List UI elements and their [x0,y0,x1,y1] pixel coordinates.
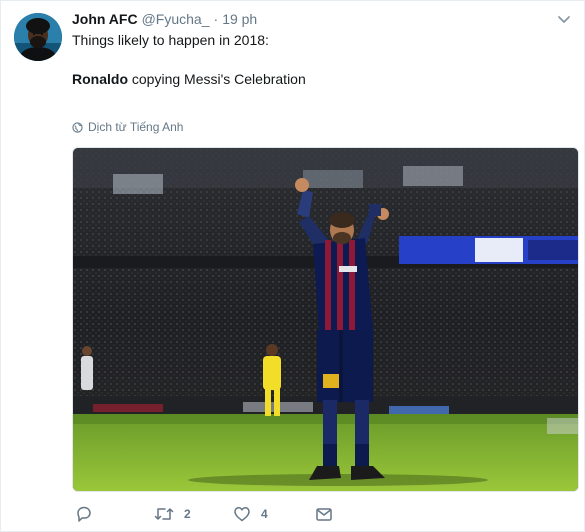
like-count: 4 [261,507,268,521]
like-button[interactable]: 4 [233,503,268,525]
heart-icon [234,507,250,522]
retweet-icon [154,508,174,520]
retweet-count: 2 [184,507,191,521]
globe-icon [72,121,83,133]
tweet-text-rest: copying Messi's Celebration [128,71,306,87]
chevron-down-icon[interactable] [557,15,571,25]
translate-link[interactable]: Dịch từ Tiếng Anh [72,119,183,135]
tweet-card[interactable]: John AFC @Fyucha_ · 19 ph Things likely … [0,0,585,532]
separator-dot: · [213,11,219,27]
tweet-timestamp[interactable]: 19 ph [222,11,257,27]
avatar[interactable] [14,13,62,61]
avatar-image [14,13,62,61]
user-handle[interactable]: @Fyucha_ [142,11,210,27]
translate-label: Dịch từ Tiếng Anh [88,120,184,134]
tweet-text-line-2: Ronaldo copying Messi's Celebration [72,70,306,88]
retweet-button[interactable]: 2 [154,503,191,525]
tweet-header: John AFC @Fyucha_ · 19 ph [72,11,257,29]
reply-button[interactable] [75,503,93,525]
reply-icon [77,506,91,522]
tweet-text-bold: Ronaldo [72,71,128,87]
tweet-text-line-1: Things likely to happen in 2018: [72,32,269,48]
tweet-actions: 2 4 [1,503,585,525]
football-photo [73,148,578,491]
display-name[interactable]: John AFC [72,11,138,27]
envelope-icon [316,508,332,521]
player-figure-left [81,346,93,390]
direct-message-button[interactable] [315,503,333,525]
tweet-photo[interactable] [72,147,579,492]
